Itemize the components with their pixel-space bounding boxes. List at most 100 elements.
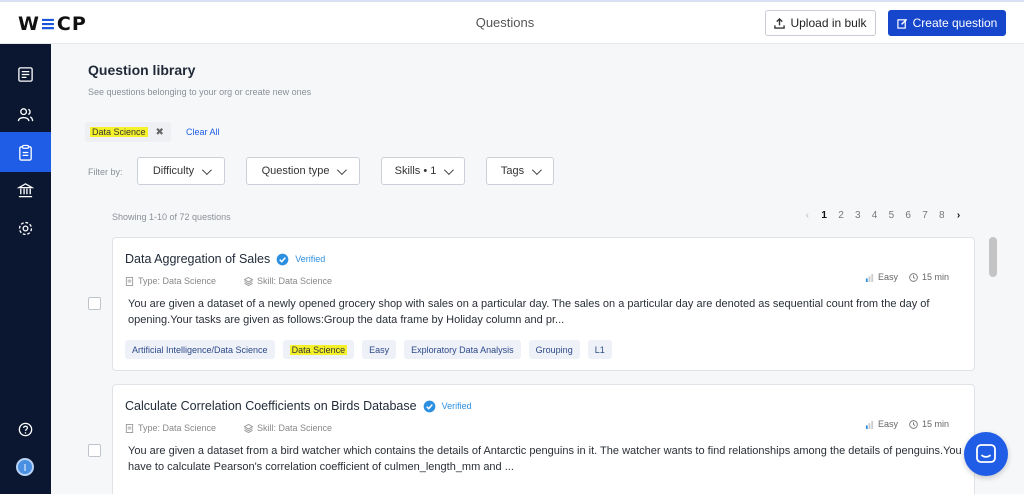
signal-bars-icon	[865, 273, 874, 282]
question-card[interactable]: Data Aggregation of Sales Verified Type:…	[112, 237, 975, 371]
question-checkbox[interactable]	[88, 297, 101, 310]
question-type: Type: Data Science	[125, 423, 216, 433]
difficulty-filter-dropdown[interactable]: Difficulty	[137, 157, 225, 185]
tags-filter-dropdown[interactable]: Tags	[486, 157, 554, 185]
tag[interactable]: Artificial Intelligence/Data Science	[125, 340, 275, 359]
question-type-filter-dropdown[interactable]: Question type	[246, 157, 360, 185]
difficulty-text: Easy	[878, 272, 899, 282]
sidebar-item-tests[interactable]	[0, 54, 51, 94]
tag[interactable]: Data Science	[282, 340, 355, 359]
sidebar-item-users[interactable]	[0, 94, 51, 134]
active-filter-label: Data Science	[90, 127, 148, 137]
settings-icon	[18, 221, 33, 235]
page-6[interactable]: 6	[900, 210, 917, 221]
question-title-text: Data Aggregation of Sales	[125, 252, 271, 266]
duration-text: 15 min	[922, 419, 950, 429]
chevron-down-icon	[532, 164, 542, 175]
question-description: You are given a dataset from a bird watc…	[128, 445, 962, 473]
chat-icon	[976, 444, 996, 463]
avatar[interactable]: I	[16, 458, 34, 476]
upload-icon	[774, 17, 786, 29]
tags-filter-label: Tags	[500, 165, 525, 177]
prev-page-icon[interactable]: ‹	[799, 210, 816, 221]
question-duration: 15 min	[909, 419, 949, 429]
tag[interactable]: Exploratory Data Analysis	[404, 340, 521, 359]
results-count: Showing 1-10 of 72 questions	[112, 212, 231, 222]
chevron-down-icon	[202, 164, 213, 175]
main-content: Question library See questions belonging…	[51, 45, 1024, 494]
question-skill: Skill: Data Science	[244, 423, 332, 433]
skill-icon	[244, 423, 253, 433]
verified-badge-icon	[423, 400, 435, 412]
sidebar-item-bank[interactable]	[0, 170, 51, 210]
chevron-down-icon	[337, 164, 348, 175]
signal-bars-icon	[865, 420, 874, 429]
pagination: ‹ 1 2 3 4 5 6 7 8 ›	[799, 210, 967, 221]
verified-badge-icon	[276, 253, 289, 265]
question-tags: Artificial Intelligence/Data Science Dat…	[125, 340, 612, 359]
chat-launcher-button[interactable]	[964, 432, 1008, 476]
library-title: Question library	[88, 62, 196, 78]
next-page-icon[interactable]: ›	[950, 210, 967, 221]
question-type-text: Type: Data Science	[138, 276, 217, 286]
skills-filter-dropdown[interactable]: Skills • 1	[381, 157, 465, 185]
clear-all-link[interactable]: Clear All	[186, 127, 220, 137]
question-skill-text: Skill: Data Science	[257, 423, 333, 433]
question-type-text: Type: Data Science	[138, 423, 217, 433]
question-type: Type: Data Science	[125, 276, 216, 286]
upload-in-bulk-button[interactable]: Upload in bulk	[765, 10, 876, 36]
filter-by-label: Filter by:	[88, 167, 123, 177]
verified-label: Verified	[441, 401, 472, 411]
document-icon	[125, 276, 134, 286]
question-duration: 15 min	[909, 272, 949, 282]
edit-icon	[896, 18, 907, 29]
clock-icon	[909, 419, 918, 429]
skills-filter-label: Skills • 1	[394, 165, 437, 177]
sidebar-item-settings[interactable]	[0, 208, 51, 248]
help-icon	[18, 422, 33, 436]
page-2[interactable]: 2	[833, 210, 850, 221]
verified-label: Verified	[295, 254, 326, 264]
difficulty-text: Easy	[878, 419, 899, 429]
page-3[interactable]: 3	[849, 210, 866, 221]
active-filter-chip[interactable]: Data Science ✖	[85, 122, 171, 142]
question-title[interactable]: Data Aggregation of Sales Verified	[125, 252, 325, 266]
top-bar: W≡CP Questions Upload in bulk Create que…	[0, 0, 1024, 44]
question-skill-text: Skill: Data Science	[257, 276, 333, 286]
question-card[interactable]: Calculate Correlation Coefficients on Bi…	[112, 384, 975, 494]
create-label: Create question	[912, 16, 998, 30]
sidebar-item-help[interactable]	[0, 409, 51, 449]
page-7[interactable]: 7	[917, 210, 934, 221]
page-5[interactable]: 5	[883, 210, 900, 221]
question-checkbox[interactable]	[88, 444, 101, 457]
bank-icon	[17, 182, 34, 197]
tag[interactable]: L1	[587, 340, 612, 359]
question-description: You are given a dataset of a newly opene…	[128, 298, 930, 326]
page-1[interactable]: 1	[816, 210, 833, 221]
difficulty-filter-label: Difficulty	[152, 165, 195, 177]
sidebar-item-questions[interactable]	[0, 132, 51, 172]
scrollbar-thumb[interactable]	[989, 237, 997, 277]
create-question-button[interactable]: Create question	[888, 10, 1006, 36]
upload-label: Upload in bulk	[790, 16, 867, 30]
question-type-filter-label: Question type	[261, 165, 330, 177]
sidebar: I	[0, 44, 51, 494]
library-subtitle: See questions belonging to your org or c…	[88, 87, 312, 97]
skill-icon	[244, 276, 253, 286]
duration-text: 15 min	[922, 272, 950, 282]
clock-icon	[909, 272, 918, 282]
page-8[interactable]: 8	[933, 210, 950, 221]
tests-icon	[18, 66, 33, 82]
users-icon	[17, 107, 34, 121]
page-4[interactable]: 4	[866, 210, 883, 221]
document-icon	[125, 423, 134, 433]
question-title[interactable]: Calculate Correlation Coefficients on Bi…	[125, 399, 472, 413]
chevron-down-icon	[444, 164, 455, 175]
tag-highlight: Data Science	[289, 344, 348, 355]
clipboard-icon	[19, 144, 32, 161]
tag[interactable]: Easy	[362, 340, 397, 359]
question-difficulty: Easy	[865, 419, 898, 429]
tag[interactable]: Grouping	[528, 340, 580, 359]
question-title-text: Calculate Correlation Coefficients on Bi…	[125, 399, 417, 413]
remove-filter-icon[interactable]: ✖	[156, 127, 164, 138]
